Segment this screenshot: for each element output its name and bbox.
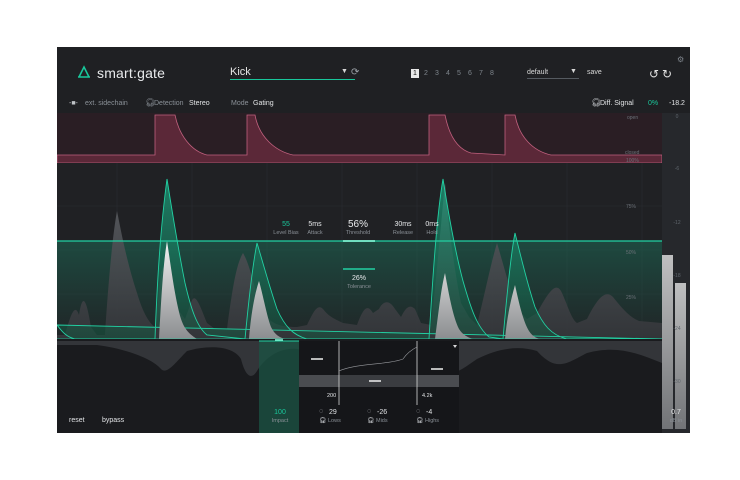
tolerance-value[interactable]: 26%	[347, 275, 371, 282]
profile-dropdown-arrow-icon[interactable]: ▼	[570, 68, 577, 75]
graph-tick-100: 100%	[626, 158, 639, 164]
undo-icon[interactable]: ↺	[649, 67, 659, 81]
mids-knob-icon[interactable]: ◌	[367, 408, 371, 415]
save-button[interactable]: save	[587, 69, 602, 76]
meter-tick: -12	[673, 220, 681, 226]
input-meter-right	[675, 283, 686, 429]
preset-slot-6[interactable]: 6	[466, 69, 474, 78]
input-meter-label: dB in	[669, 418, 683, 424]
level-bias-label: Level Bias	[273, 230, 299, 236]
redo-icon[interactable]: ↻	[662, 67, 672, 81]
reset-button[interactable]: reset	[69, 417, 85, 424]
highs-headphones-icon[interactable]: 🎧︎	[416, 417, 424, 424]
diff-signal-value[interactable]: 0%	[648, 100, 658, 107]
meter-tick: -6	[674, 166, 680, 172]
lows-value[interactable]: 29	[329, 409, 337, 416]
lows-knob-icon[interactable]: ◌	[319, 408, 323, 415]
preset-slot-7[interactable]: 7	[477, 69, 485, 78]
graph-tick-75: 75%	[626, 204, 637, 210]
diff-gain-value[interactable]: -18.2	[669, 100, 685, 107]
preset-slot-5[interactable]: 5	[455, 69, 463, 78]
impact-value[interactable]: 100	[270, 409, 290, 416]
attack-value[interactable]: 5ms	[304, 221, 326, 228]
input-meter-value: 0.7	[671, 409, 681, 416]
tolerance-label: Tolerance	[347, 284, 371, 290]
highs-value[interactable]: -4	[426, 409, 432, 416]
release-value[interactable]: 30ms	[391, 221, 415, 228]
smart-gate-logo-icon	[78, 65, 90, 78]
preset-reload-icon[interactable]: ⟳	[351, 67, 359, 78]
gate-closed-label: closed	[625, 150, 640, 156]
settings-gear-icon[interactable]: ⚙	[677, 55, 684, 64]
preset-slot-4[interactable]: 4	[444, 69, 452, 78]
high-crossover-frequency[interactable]: 4.2k	[422, 393, 432, 399]
mids-value[interactable]: -26	[377, 409, 387, 416]
lows-headphones-icon[interactable]: 🎧︎	[319, 417, 327, 424]
detection-selector[interactable]: Stereo	[189, 100, 210, 107]
smart-gate-plugin-window: smart:gate Kick ▼ ⟳ 12345678 default ▼ s…	[57, 47, 690, 433]
lows-label: Lows	[328, 418, 341, 424]
input-meter-left	[662, 255, 673, 429]
sidechain-toggle-icon[interactable]: -■-	[69, 100, 78, 107]
hold-label: Hold	[426, 230, 438, 236]
preset-selector[interactable]: Kick	[230, 66, 251, 78]
app-logo-text: smart:gate	[97, 65, 166, 81]
preset-slot-8[interactable]: 8	[488, 69, 496, 78]
band-high-region	[417, 375, 459, 387]
meter-tick: -18	[673, 273, 681, 279]
preset-slot-2[interactable]: 2	[422, 69, 430, 78]
detection-label: Detection	[154, 100, 184, 107]
sidechain-label[interactable]: ext. sidechain	[85, 100, 128, 107]
gate-visualizer	[57, 113, 690, 433]
threshold-value[interactable]: 56%	[343, 219, 373, 230]
profile-selector[interactable]: default	[527, 69, 548, 76]
hold-value[interactable]: 0ms	[421, 221, 443, 228]
highs-knob-icon[interactable]: ◌	[416, 408, 420, 415]
graph-tick-25: 25%	[626, 295, 637, 301]
band-low-region	[299, 375, 339, 387]
diff-signal-label[interactable]: Diff. Signal	[600, 100, 634, 107]
mids-headphones-icon[interactable]: 🎧︎	[367, 417, 375, 424]
attack-label: Attack	[307, 230, 323, 236]
impact-label: Impact	[271, 418, 289, 424]
preset-slot-3[interactable]: 3	[433, 69, 441, 78]
mode-label: Mode	[231, 100, 249, 107]
meter-tick: -24	[673, 326, 681, 332]
preset-dropdown-arrow-icon[interactable]: ▼	[341, 68, 348, 75]
bypass-button[interactable]: bypass	[102, 417, 124, 424]
meter-tick: -30	[673, 379, 681, 385]
mode-selector[interactable]: Gating	[253, 100, 274, 107]
graph-tick-50: 50%	[626, 250, 637, 256]
level-bias-value[interactable]: 55	[275, 221, 297, 228]
meter-tick: 0	[675, 114, 679, 120]
preset-underline	[230, 79, 355, 80]
preset-slot-1[interactable]: 1	[411, 69, 419, 78]
mids-label: Mids	[376, 418, 388, 424]
gate-open-label: open	[627, 115, 639, 121]
profile-underline	[527, 78, 579, 79]
highs-label: Highs	[425, 418, 440, 424]
threshold-label: Threshold	[345, 230, 371, 236]
release-label: Release	[392, 230, 414, 236]
low-crossover-frequency[interactable]: 200	[327, 393, 336, 399]
